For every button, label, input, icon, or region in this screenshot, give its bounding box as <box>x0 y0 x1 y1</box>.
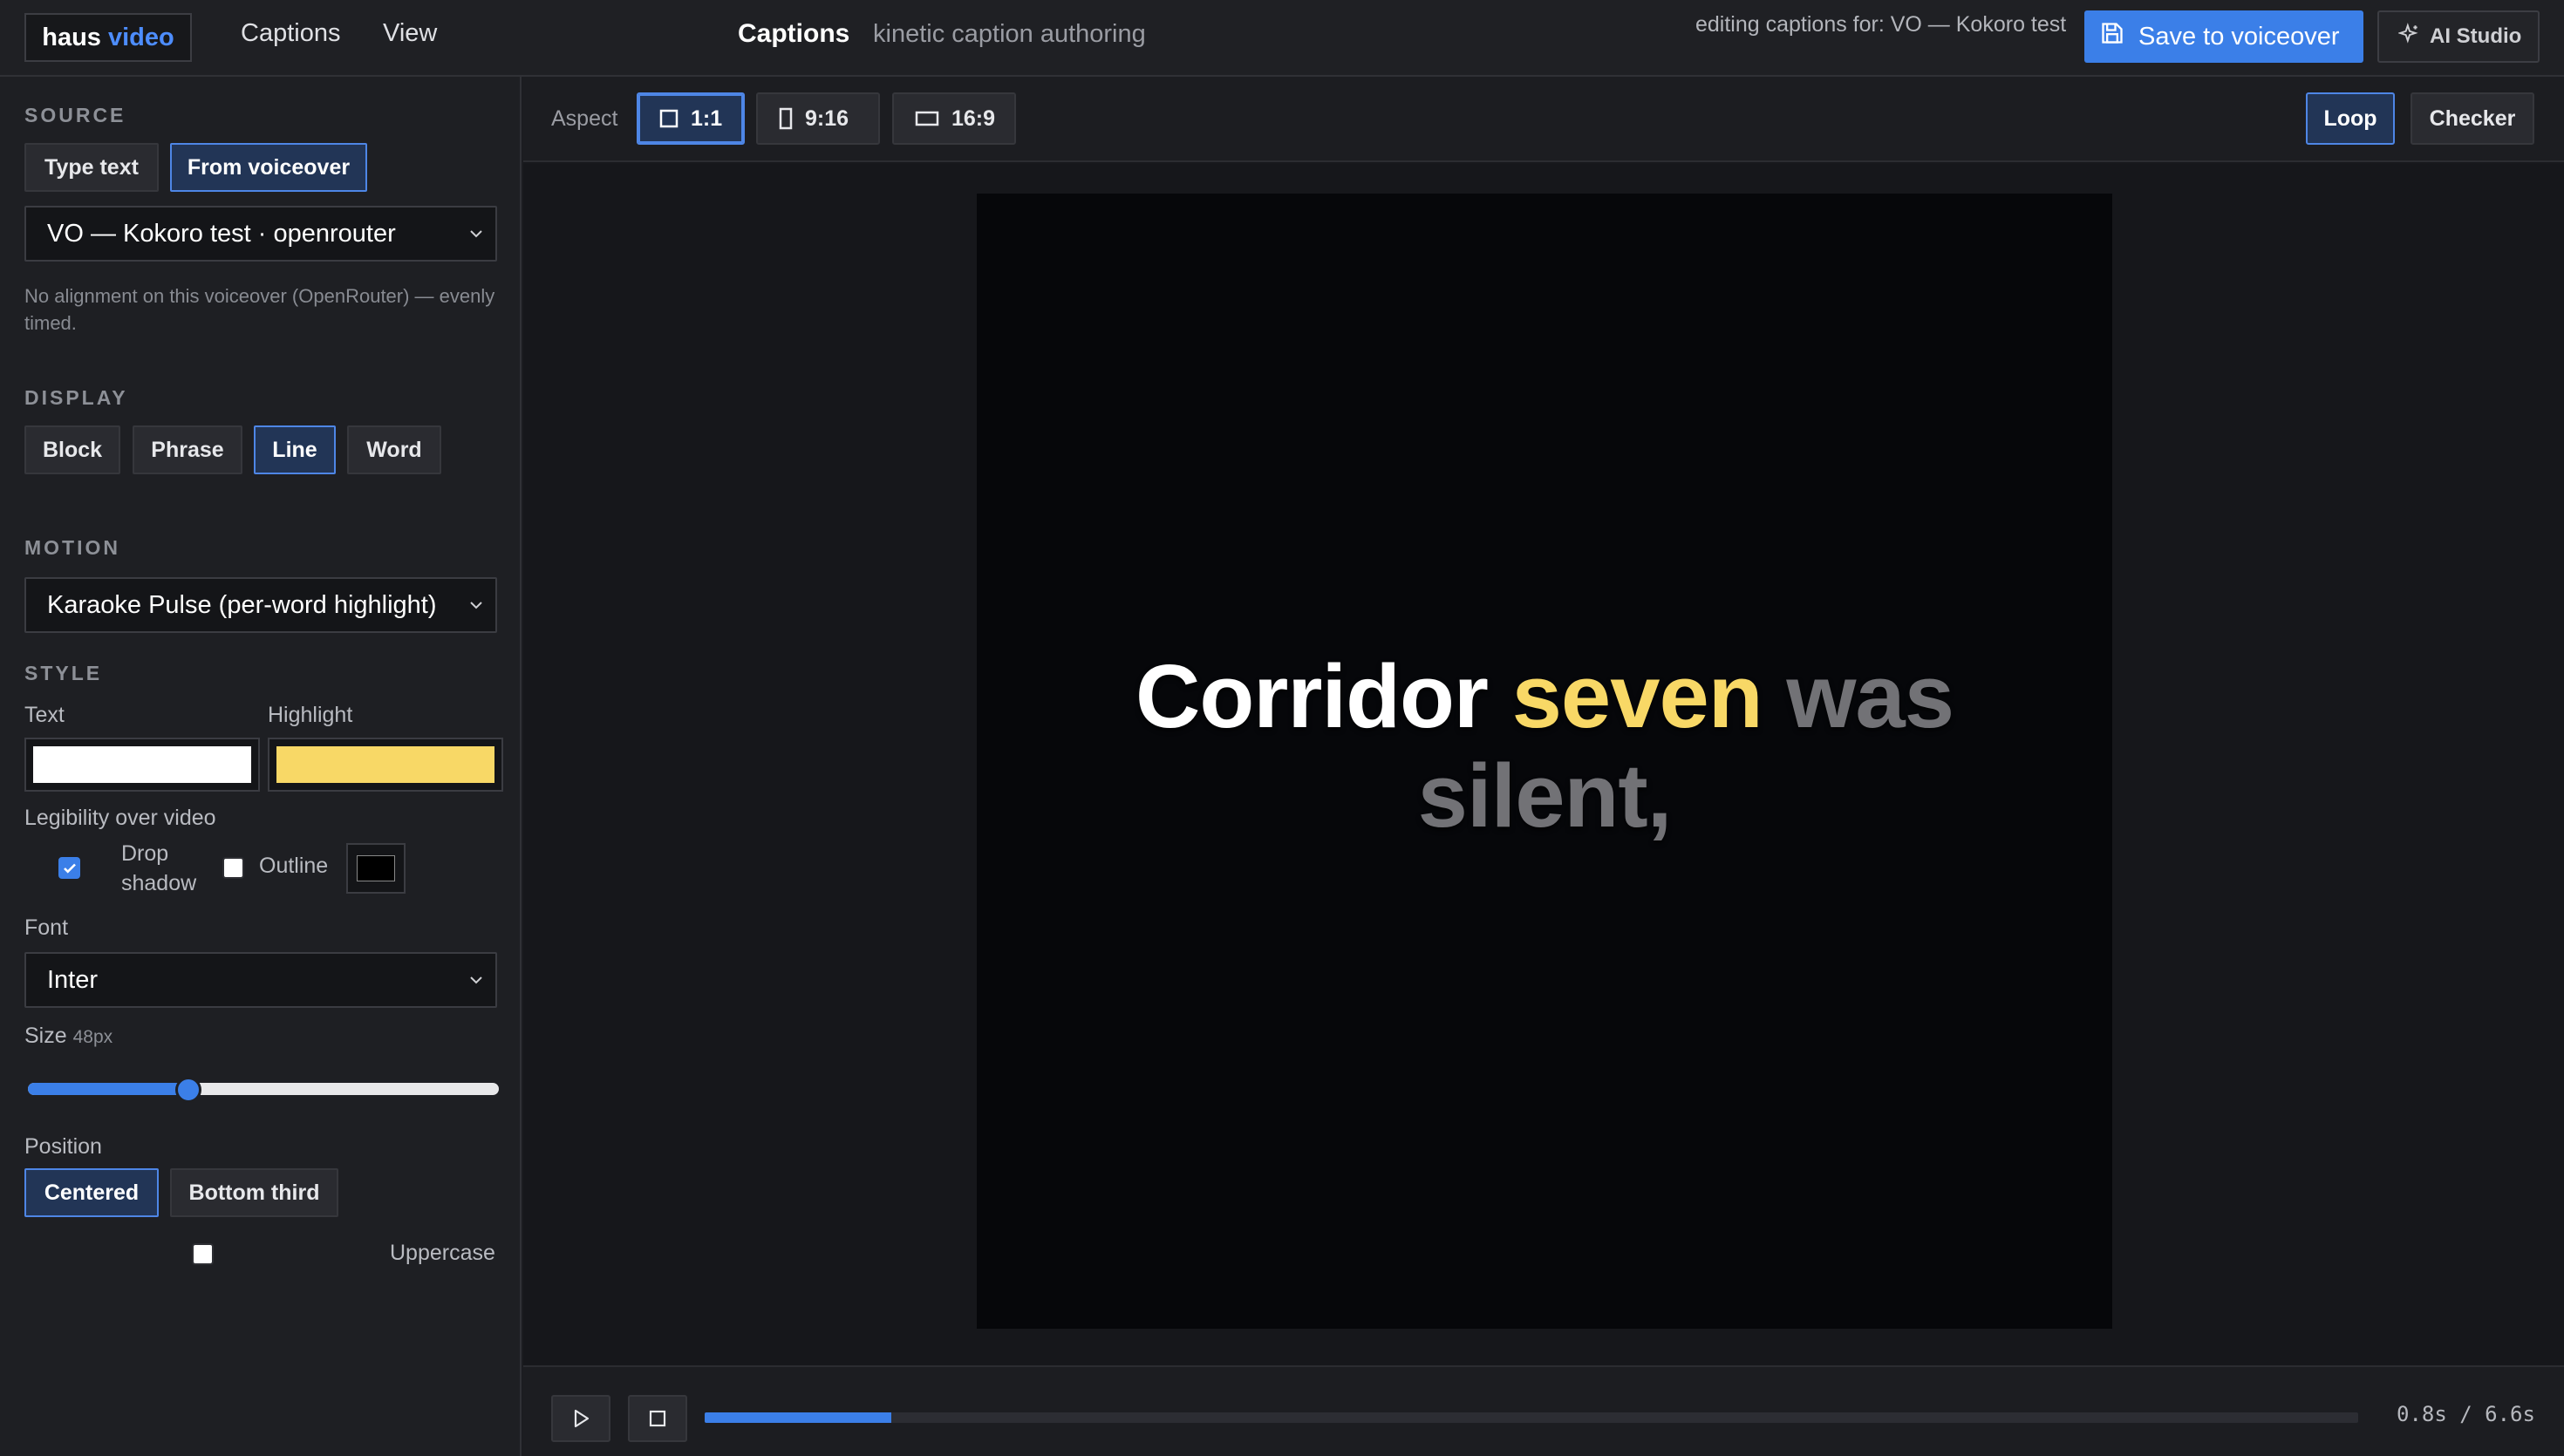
stop-button[interactable] <box>628 1395 687 1442</box>
aspect-1-1-label: 1:1 <box>691 105 723 131</box>
font-select-value: Inter <box>47 965 99 994</box>
playback-progress-fill <box>705 1412 892 1423</box>
highlight-color-swatch <box>276 746 494 783</box>
sparkle-icon <box>2397 22 2421 51</box>
loop-toggle[interactable]: Loop <box>2306 92 2395 145</box>
ai-studio-label: AI Studio <box>2430 24 2522 48</box>
size-slider-thumb[interactable] <box>174 1077 201 1103</box>
playback-progress-bar[interactable] <box>705 1412 2358 1423</box>
font-label: Font <box>24 915 69 940</box>
aspect-1-1-button[interactable]: 1:1 <box>637 92 745 145</box>
outline-color-swatch <box>357 855 395 881</box>
source-tab-type-text[interactable]: Type text <box>24 143 159 192</box>
aspect-9-16-label: 9:16 <box>805 105 849 131</box>
motion-select[interactable]: Karaoke Pulse (per-word highlight) <box>24 577 497 633</box>
display-heading: DISPLAY <box>24 386 128 409</box>
ai-studio-button[interactable]: AI Studio <box>2377 10 2540 63</box>
chevron-down-icon <box>470 976 482 984</box>
caption-word: silent, <box>1417 745 1673 846</box>
drop-shadow-label: Drop shadow <box>121 841 197 895</box>
alignment-note: No alignment on this voiceover (OpenRout… <box>24 285 495 334</box>
size-slider-fill <box>28 1083 188 1095</box>
landscape-icon <box>915 111 939 126</box>
aspect-16-9-label: 16:9 <box>951 105 996 131</box>
play-icon <box>574 1409 590 1428</box>
portrait-icon <box>779 107 793 130</box>
settings-sidebar: SOURCE Type text From voiceover VO — Kok… <box>0 77 522 1456</box>
outline-label: Outline <box>259 854 329 878</box>
logo-text-accent: video <box>108 24 174 51</box>
motion-heading: MOTION <box>24 536 120 559</box>
transport-bar: 0.8s / 6.6s <box>523 1365 2564 1456</box>
caption-word-highlighted: seven <box>1511 646 1763 746</box>
caption-word: was <box>1786 646 1954 746</box>
top-bar: haus video Captions View Captions kineti… <box>0 0 2564 77</box>
stop-icon <box>649 1410 666 1427</box>
aspect-16-9-button[interactable]: 16:9 <box>892 92 1016 145</box>
highlight-color-picker[interactable] <box>268 738 503 792</box>
size-label: Size <box>24 1024 67 1048</box>
text-color-picker[interactable] <box>24 738 260 792</box>
menu-view[interactable]: View <box>383 19 437 48</box>
time-readout: 0.8s / 6.6s <box>2397 1402 2535 1426</box>
size-value: 48px <box>72 1027 113 1047</box>
save-icon <box>2100 21 2124 52</box>
style-heading: STYLE <box>24 662 103 684</box>
video-canvas[interactable]: Corridor seven was silent, <box>977 194 2112 1329</box>
size-slider-track[interactable] <box>28 1083 499 1095</box>
checkmark-icon <box>64 863 76 874</box>
caption-word: Corridor <box>1135 646 1489 746</box>
play-button[interactable] <box>551 1395 610 1442</box>
aspect-label: Aspect <box>551 106 618 131</box>
caption-text: Corridor seven was silent, <box>977 647 2112 846</box>
display-option-word[interactable]: Word <box>347 425 441 474</box>
display-option-phrase[interactable]: Phrase <box>133 425 242 474</box>
page-subtitle: kinetic caption authoring <box>873 20 1146 48</box>
chevron-down-icon <box>470 230 482 238</box>
outline-color-picker[interactable] <box>346 843 406 894</box>
highlight-color-label: Highlight <box>268 703 353 727</box>
position-label: Position <box>24 1134 102 1159</box>
position-option-centered[interactable]: Centered <box>24 1168 159 1217</box>
chevron-down-icon <box>470 602 482 609</box>
aspect-9-16-button[interactable]: 9:16 <box>756 92 880 145</box>
uppercase-checkbox[interactable] <box>192 1243 214 1265</box>
display-option-line[interactable]: Line <box>254 425 336 474</box>
text-color-swatch <box>33 746 251 783</box>
motion-select-value: Karaoke Pulse (per-word highlight) <box>47 590 437 619</box>
editing-target-label: editing captions for: VO — Kokoro test <box>1695 12 2067 37</box>
checker-toggle[interactable]: Checker <box>2411 92 2534 145</box>
outline-checkbox[interactable] <box>222 857 244 879</box>
save-to-voiceover-button[interactable]: Save to voiceover <box>2084 10 2363 63</box>
preview-panel: Aspect 1:1 9:16 16:9 Loop Checker Corrid… <box>523 77 2564 1456</box>
preview-toolbar: Aspect 1:1 9:16 16:9 Loop Checker <box>523 77 2564 162</box>
preview-stage: Corridor seven was silent, <box>523 164 2564 1365</box>
source-tab-from-voiceover[interactable]: From voiceover <box>170 143 367 192</box>
legibility-label: Legibility over video <box>24 806 216 830</box>
voiceover-select-value: VO — Kokoro test · openrouter <box>47 219 396 248</box>
size-label-row: Size 48px <box>24 1024 113 1049</box>
position-option-bottom-third[interactable]: Bottom third <box>170 1168 338 1217</box>
uppercase-label: Uppercase <box>390 1241 495 1265</box>
text-color-label: Text <box>24 703 65 727</box>
source-heading: SOURCE <box>24 104 126 126</box>
drop-shadow-checkbox[interactable] <box>58 857 80 879</box>
save-button-label: Save to voiceover <box>2138 22 2340 51</box>
square-icon <box>659 109 679 128</box>
page-title: Captions <box>738 19 850 48</box>
logo-text-primary: haus <box>42 24 101 51</box>
app-logo[interactable]: haus video <box>24 13 192 62</box>
display-option-block[interactable]: Block <box>24 425 120 474</box>
menu-captions[interactable]: Captions <box>241 19 340 48</box>
font-select[interactable]: Inter <box>24 952 497 1008</box>
voiceover-select[interactable]: VO — Kokoro test · openrouter <box>24 206 497 262</box>
